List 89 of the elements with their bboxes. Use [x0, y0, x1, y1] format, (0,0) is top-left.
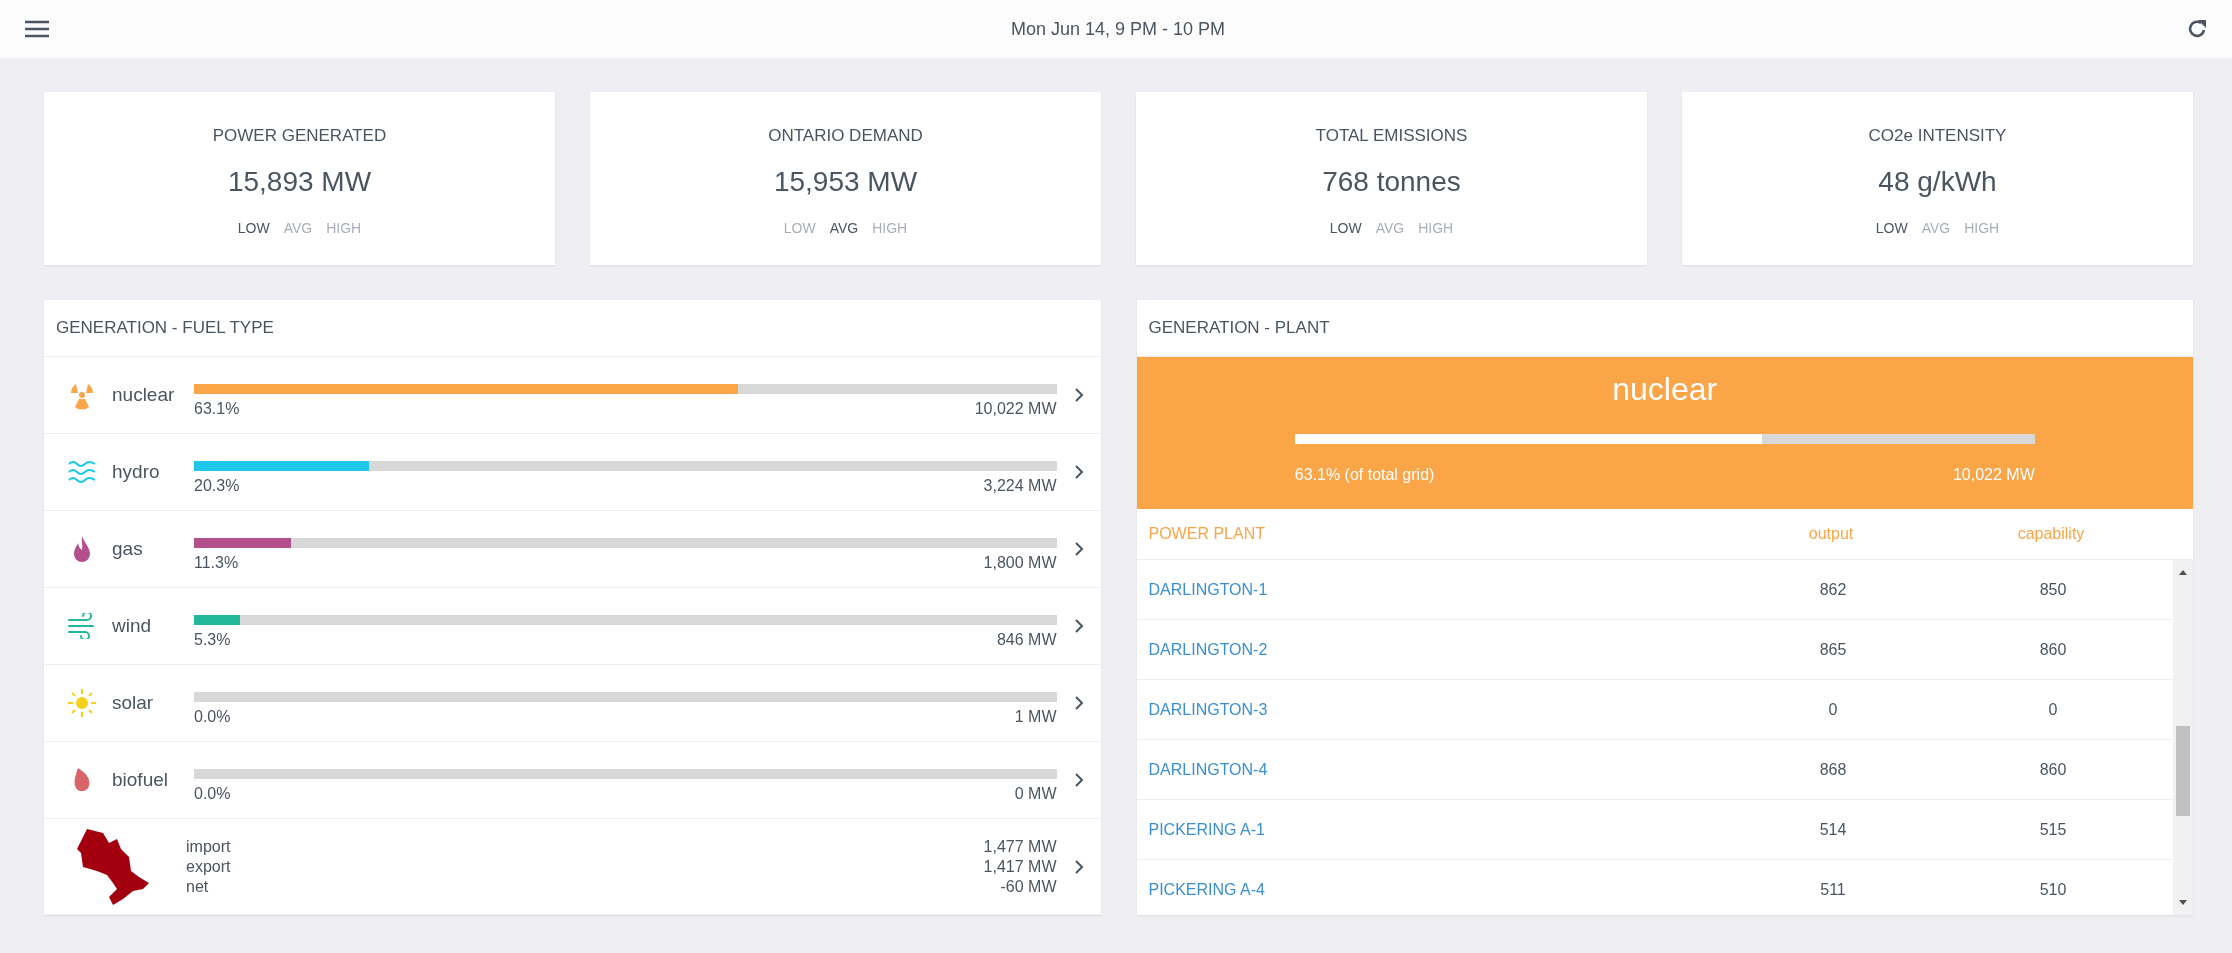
flame-icon: [72, 535, 92, 563]
chevron-right-icon[interactable]: [1073, 464, 1084, 480]
refresh-icon[interactable]: [2186, 18, 2208, 40]
table-cell-text: 515: [2038, 820, 2068, 839]
table-cell-text: 511: [1819, 880, 1847, 899]
wind-icon: [67, 613, 97, 639]
column-header: capability: [2016, 525, 2086, 543]
scroll-up-icon[interactable]: [2178, 568, 2188, 576]
level-label: LOW: [1329, 220, 1362, 236]
chevron-right-icon[interactable]: [1073, 695, 1084, 711]
stat-title: CO2e INTENSITY: [1868, 126, 2007, 146]
output-text: 10,022 MW: [974, 400, 1057, 418]
level-label: HIGH: [1418, 220, 1454, 236]
table-cell-text: 860: [2038, 640, 2068, 659]
level-label: AVG: [1375, 220, 1405, 236]
plant-link[interactable]: PICKERING A-4: [1136, 880, 1733, 899]
leaf-icon: [72, 767, 92, 793]
interchange-label: export: [186, 856, 232, 877]
table-cell-text: 868: [1818, 760, 1848, 779]
chevron-right-icon[interactable]: [1073, 858, 1084, 875]
chevron-right-icon[interactable]: [1073, 541, 1084, 557]
interchange-label: net: [186, 876, 210, 897]
table-cell-text: 514: [1818, 820, 1848, 839]
column-header: POWER PLANT: [1147, 525, 1266, 543]
menu-icon[interactable]: [24, 19, 50, 39]
output-text: 0 MW: [1014, 785, 1057, 803]
stat-value: 48 g/kWh: [1878, 166, 1997, 198]
percent-text: 0.0%: [194, 708, 231, 726]
scrollbar[interactable]: [2173, 560, 2193, 915]
level-label: LOW: [1875, 220, 1908, 236]
interchange-label: import: [186, 836, 232, 857]
table-cell-text: 865: [1818, 640, 1848, 659]
stat-title: ONTARIO DEMAND: [768, 126, 923, 146]
percent-text: 63.1%: [194, 400, 240, 418]
scroll-down-icon[interactable]: [2178, 899, 2188, 907]
level-label: AVG: [1921, 220, 1951, 236]
fuel-label: hydro: [112, 461, 161, 483]
table-cell-text: 0: [2047, 700, 2059, 719]
plant-link[interactable]: DARLINGTON-3: [1136, 700, 1733, 719]
chevron-right-icon[interactable]: [1073, 618, 1084, 634]
column-header: output: [1807, 525, 1855, 543]
stat-value: 15,953 MW: [773, 166, 918, 198]
level-label: LOW: [237, 220, 270, 236]
waves-icon: [67, 459, 97, 485]
output-text: 3,224 MW: [983, 477, 1057, 495]
percent-text: 5.3%: [194, 631, 231, 649]
percent-text: 20.3%: [194, 477, 240, 495]
sun-icon: [67, 688, 97, 718]
chevron-right-icon[interactable]: [1073, 387, 1084, 403]
plant-link[interactable]: PICKERING A-1: [1136, 820, 1733, 839]
percent-text: 11.3%: [194, 554, 239, 572]
output-text: 846 MW: [996, 631, 1057, 649]
fuel-label: wind: [112, 615, 153, 637]
chevron-right-icon[interactable]: [1073, 772, 1084, 788]
time-range-title: Mon Jun 14, 9 PM - 10 PM: [1010, 18, 1226, 40]
interchange-value: 1,417 MW: [983, 856, 1057, 877]
interchange-value: 1,477 MW: [983, 836, 1057, 857]
panel-title: GENERATION - FUEL TYPE: [56, 318, 274, 338]
plant-link[interactable]: DARLINGTON-1: [1136, 580, 1733, 599]
plant-link[interactable]: DARLINGTON-2: [1136, 640, 1733, 659]
interchange-value: -60 MW: [999, 876, 1057, 897]
level-label: AVG: [829, 220, 859, 236]
fuel-label: solar: [112, 692, 155, 714]
level-label: HIGH: [872, 220, 908, 236]
share-text: 63.1% (of total grid): [1294, 466, 1435, 484]
scroll-thumb[interactable]: [2176, 726, 2190, 816]
fuel-label: nuclear: [112, 384, 176, 406]
level-label: AVG: [283, 220, 313, 236]
stat-value: 768 tonnes: [1322, 166, 1461, 198]
percent-text: 0.0%: [194, 785, 231, 803]
output-text: 1 MW: [1014, 708, 1057, 726]
table-cell-text: 510: [2038, 880, 2068, 899]
level-label: LOW: [783, 220, 816, 236]
level-label: HIGH: [1964, 220, 2000, 236]
plant-link[interactable]: DARLINGTON-4: [1136, 760, 1733, 779]
output-text: 1,800 MW: [983, 554, 1057, 572]
table-cell-text: 860: [2038, 760, 2068, 779]
fuel-label: biofuel: [112, 769, 169, 791]
table-cell-text: 850: [2038, 580, 2068, 599]
panel-title: GENERATION - PLANT: [1148, 318, 1330, 338]
output-text: 10,022 MW: [1952, 466, 2035, 484]
table-cell-text: 0: [1827, 700, 1839, 719]
stat-title: TOTAL EMISSIONS: [1315, 126, 1468, 146]
stat-value: 15,893 MW: [227, 166, 372, 198]
stat-title: POWER GENERATED: [212, 126, 387, 146]
table-cell-text: 862: [1818, 580, 1848, 599]
fuel-name: nuclear: [1612, 371, 1718, 408]
level-label: HIGH: [326, 220, 362, 236]
fuel-label: gas: [112, 538, 144, 560]
